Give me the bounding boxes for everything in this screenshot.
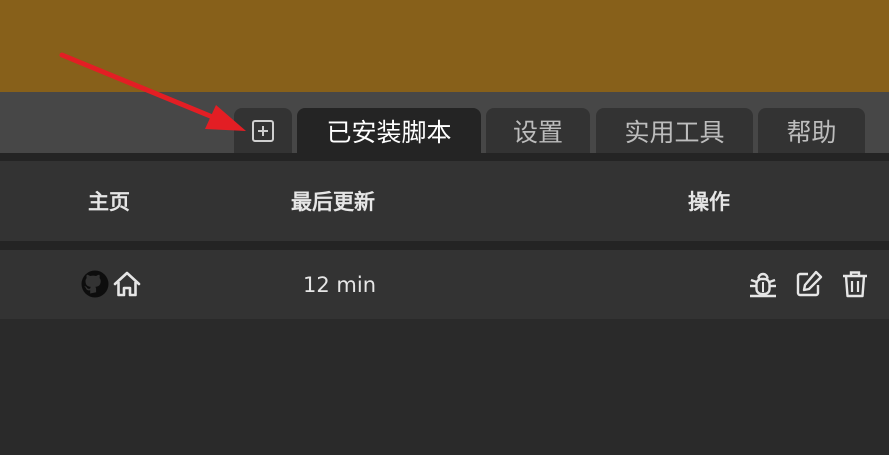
column-header-home[interactable]: 主页 <box>88 161 130 241</box>
github-icon[interactable] <box>80 268 110 300</box>
add-script-tab[interactable] <box>234 108 292 153</box>
last-updated-value: 12 min <box>303 272 376 297</box>
top-banner <box>0 0 889 92</box>
column-header-last-updated[interactable]: 最后更新 <box>291 161 375 241</box>
tab-label: 实用工具 <box>624 117 725 147</box>
empty-area <box>0 319 889 455</box>
trash-icon[interactable] <box>840 268 870 300</box>
tab-settings[interactable]: 设置 <box>486 108 590 153</box>
tab-label: 帮助 <box>786 117 837 147</box>
actions-cell <box>748 268 870 300</box>
table-header <box>0 161 889 241</box>
tab-utilities[interactable]: 实用工具 <box>596 108 753 153</box>
divider <box>0 241 889 250</box>
plus-square-icon <box>252 119 274 142</box>
page: 已安装脚本 设置 实用工具 帮助 主页 最后更新 操作 12 min <box>0 0 889 455</box>
homepage-cell <box>80 268 142 300</box>
tab-help[interactable]: 帮助 <box>758 108 865 153</box>
divider <box>0 153 889 161</box>
column-header-actions: 操作 <box>688 190 730 214</box>
edit-icon[interactable] <box>794 268 824 300</box>
bug-icon[interactable] <box>748 268 778 300</box>
tab-label: 设置 <box>512 117 563 147</box>
tab-label: 已安装脚本 <box>326 117 452 147</box>
home-icon[interactable] <box>112 268 142 300</box>
tab-installed-scripts[interactable]: 已安装脚本 <box>297 108 481 153</box>
